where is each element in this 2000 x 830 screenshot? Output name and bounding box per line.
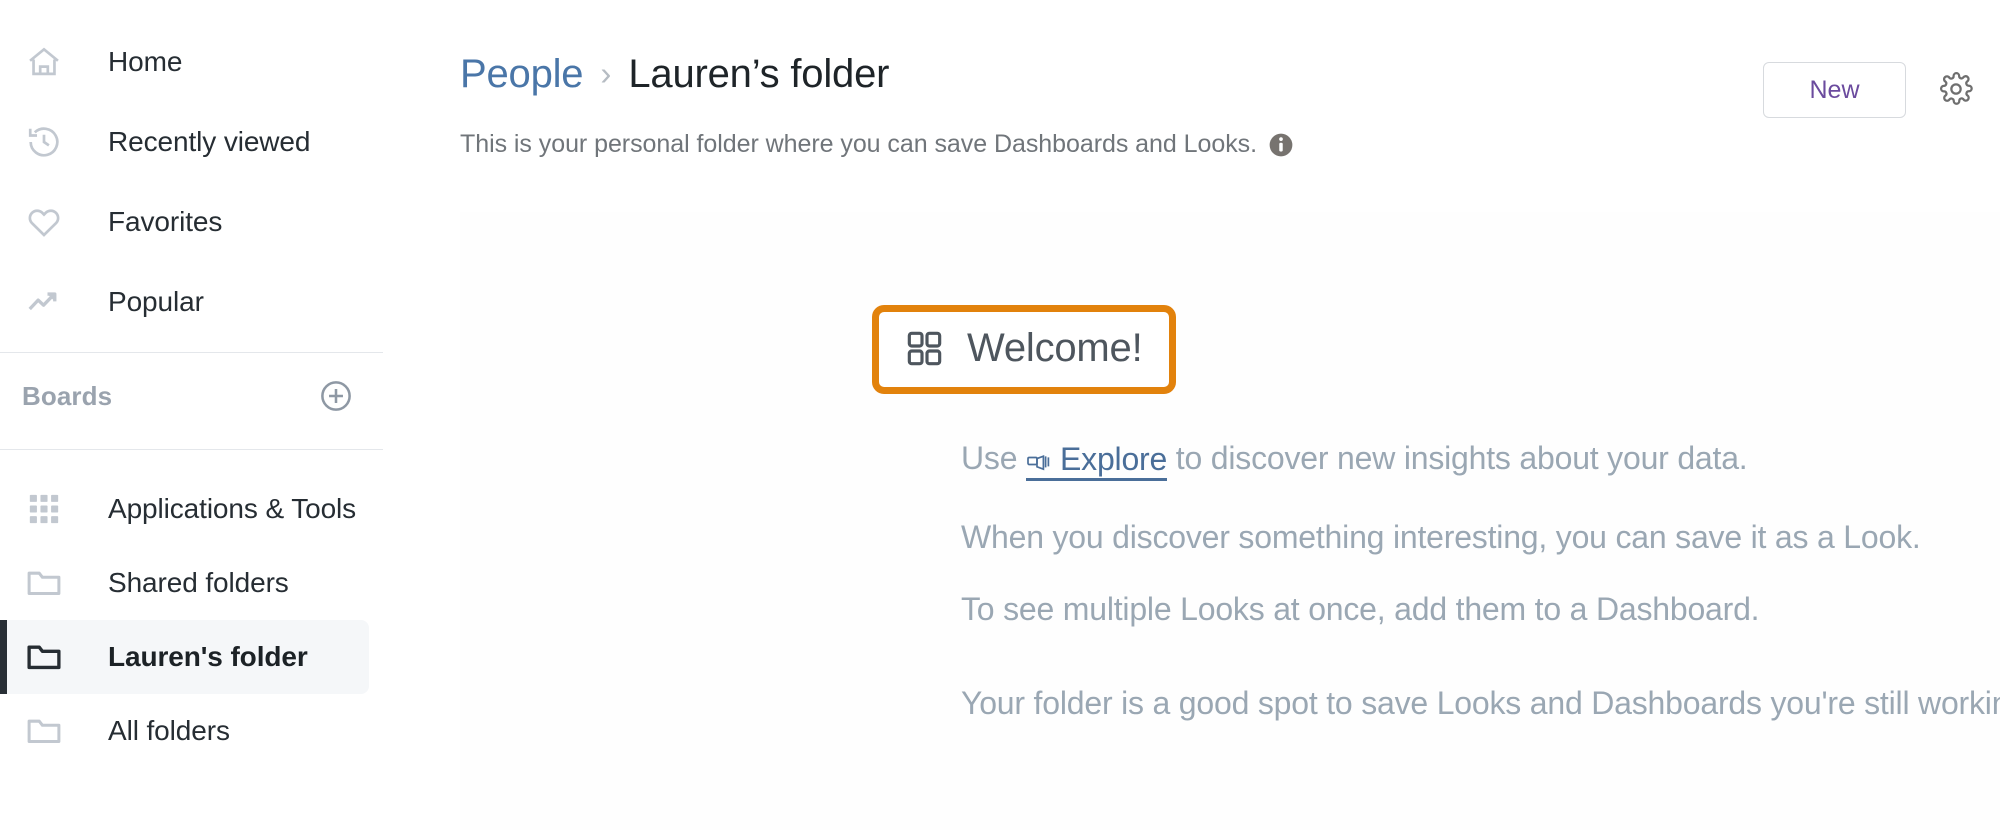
- sidebar-item-label: All folders: [108, 715, 230, 746]
- sidebar-item-recently-viewed[interactable]: Recently viewed: [0, 102, 383, 182]
- main-content: People › Lauren’s folder This is your pe…: [383, 0, 2000, 830]
- settings-gear-button[interactable]: [1934, 68, 1978, 112]
- sidebar-item-applications-tools[interactable]: Applications & Tools: [0, 472, 369, 546]
- body-line-dashboard: To see multiple Looks at once, add them …: [961, 591, 1760, 627]
- sidebar-item-favorites[interactable]: Favorites: [0, 182, 383, 262]
- folder-description-text: This is your personal folder where you c…: [460, 130, 1257, 158]
- sidebar-item-label: Home: [108, 46, 183, 77]
- sidebar-item-label: Popular: [108, 286, 204, 317]
- page-header: People › Lauren’s folder This is your pe…: [383, 0, 2000, 159]
- dashboard-grid-icon: [905, 329, 945, 369]
- breadcrumb-link-people[interactable]: People: [460, 52, 584, 97]
- explore-link[interactable]: Explore: [1026, 443, 1167, 481]
- sidebar-item-home[interactable]: Home: [0, 22, 383, 102]
- welcome-dashboard-link[interactable]: Welcome!: [872, 305, 1176, 394]
- folder-description: This is your personal folder where you c…: [460, 130, 2000, 159]
- body-line-explore-prefix: Use: [961, 440, 1026, 476]
- welcome-body-copy: Use Explore to discover new insights abo…: [961, 442, 2000, 759]
- folder-icon: [22, 638, 66, 676]
- body-line-explore: Use Explore to discover new insights abo…: [961, 442, 2000, 481]
- grid-apps-icon: [22, 492, 66, 526]
- boards-section-title: Boards: [22, 380, 113, 411]
- new-button[interactable]: New: [1763, 62, 1906, 118]
- body-line-look: When you discover something interesting,…: [961, 519, 1921, 555]
- welcome-dashboard-highlight: Welcome!: [872, 305, 1176, 394]
- sidebar: Home Recently viewed Favorites Popular B…: [0, 0, 383, 830]
- heart-icon: [22, 203, 66, 241]
- sidebar-item-label: Shared folders: [108, 567, 289, 598]
- body-line-explore-suffix: to discover new insights about your data…: [1167, 440, 1748, 476]
- sidebar-item-label: Lauren's folder: [108, 641, 308, 672]
- explore-telescope-icon: [1026, 451, 1052, 471]
- header-actions: New: [1763, 62, 1978, 118]
- boards-section-header: Boards: [0, 353, 383, 439]
- folder-icon: [22, 564, 66, 602]
- history-clock-icon: [22, 123, 66, 161]
- gear-icon: [1938, 71, 1974, 110]
- welcome-title: Welcome!: [967, 326, 1143, 370]
- app-root: Home Recently viewed Favorites Popular B…: [0, 0, 2000, 830]
- sidebar-item-label: Recently viewed: [108, 126, 311, 157]
- sidebar-item-shared-folders[interactable]: Shared folders: [0, 546, 369, 620]
- sidebar-item-label: Applications & Tools: [108, 493, 357, 524]
- body-line-folder: Your folder is a good spot to save Looks…: [961, 685, 2000, 721]
- sidebar-item-popular[interactable]: Popular: [0, 262, 383, 342]
- sidebar-item-laurens-folder[interactable]: Lauren's folder: [0, 620, 369, 694]
- sidebar-item-all-folders[interactable]: All folders: [0, 694, 369, 768]
- folder-icon: [22, 712, 66, 750]
- info-icon[interactable]: [1268, 132, 1294, 158]
- sidebar-item-label: Favorites: [108, 206, 223, 237]
- home-icon: [22, 43, 66, 81]
- plus-circle-icon[interactable]: [317, 377, 355, 415]
- trending-up-icon: [22, 283, 66, 321]
- explore-link-label: Explore: [1060, 441, 1168, 477]
- page-title: Lauren’s folder: [628, 52, 890, 96]
- chevron-right-icon: ›: [600, 55, 612, 92]
